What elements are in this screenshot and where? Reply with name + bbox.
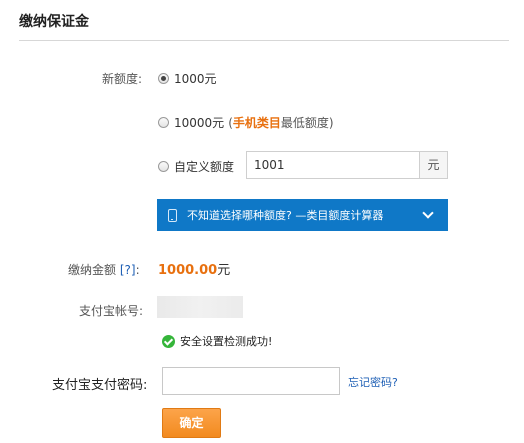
alipay-account-masked (157, 296, 243, 318)
amount-label: 缴纳金额 (68, 263, 117, 277)
amount-value: 1000.00元 (158, 259, 230, 278)
alipay-account-label: 支付宝帐号: (79, 304, 144, 318)
phone-icon (168, 208, 177, 222)
password-label: 支付宝支付密码: (52, 378, 148, 393)
security-check-status: 安全设置检测成功! (162, 333, 272, 349)
security-check-text: 安全设置检测成功! (180, 335, 273, 348)
confirm-button[interactable]: 确定 (162, 408, 221, 438)
amount-help-link[interactable]: [?] (120, 263, 136, 277)
quota-option-label: 1000元 (174, 72, 217, 86)
radio-unchecked-icon[interactable] (158, 117, 169, 128)
page-title: 缴纳保证金 (19, 14, 89, 30)
quota-option-label: 自定义额度 (174, 160, 235, 174)
paren-close: ) (328, 115, 334, 130)
amount-colon: : (135, 263, 140, 277)
check-circle-icon (162, 334, 175, 348)
quota-option-custom[interactable]: 自定义额度 (158, 158, 234, 175)
custom-quota-unit: 元 (420, 151, 448, 179)
amount-unit: 元 (217, 263, 231, 278)
quota-option-1000[interactable]: 1000元 (158, 70, 217, 87)
password-input[interactable] (162, 367, 340, 395)
margin-deposit-page: 缴纳保证金 新额度: 1000元 10000元 ( 手机类目 最低额度 ) 自定… (0, 0, 524, 443)
new-quota-label: 新额度: (102, 72, 143, 86)
calculator-text: 不知道选择哪种额度? —类目额度计算器 (187, 209, 384, 222)
forgot-password-link[interactable]: 忘记密码? (348, 374, 398, 390)
min-quota-text: 最低额度 (280, 116, 329, 130)
custom-quota-input[interactable] (246, 151, 420, 179)
quota-calculator-bar[interactable]: 不知道选择哪种额度? —类目额度计算器 (157, 199, 448, 231)
quota-option-10000[interactable]: 10000元 ( 手机类目 最低额度 ) (158, 114, 334, 131)
amount-number: 1000.00 (158, 263, 218, 278)
category-highlight: 手机类目 (232, 116, 281, 130)
title-divider (19, 40, 509, 41)
radio-unchecked-icon[interactable] (158, 161, 169, 172)
quota-option-label: 10000元 (174, 116, 225, 130)
radio-checked-icon[interactable] (158, 73, 169, 84)
amount-label-row: 缴纳金额 [?]: (68, 261, 140, 278)
chevron-down-icon[interactable] (422, 207, 434, 219)
